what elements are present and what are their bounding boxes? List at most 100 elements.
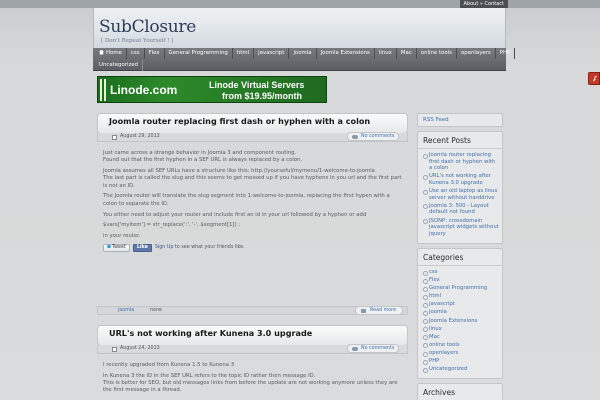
site-tagline: [ Don't Repeat Yourself ! ]: [101, 38, 174, 44]
post-paragraph: In Kunena 3 the ID in the SEF URL refers…: [103, 372, 398, 394]
post-footer: joomla none Read more: [97, 306, 408, 315]
category-link[interactable]: online tools: [421, 342, 499, 349]
recent-post-link[interactable]: JSONP: crossdomain javascript widgets wi…: [421, 218, 499, 238]
sidebar: RSS Feed Recent Posts Joomla router repl…: [417, 113, 503, 400]
post-paragraph: Joomla assumes all SEF URLs have a struc…: [103, 168, 402, 189]
linode-logo-icon: [100, 79, 106, 101]
category-link[interactable]: Joomla Extensions: [421, 318, 499, 325]
category-link[interactable]: openlayers: [421, 350, 499, 357]
comments-link[interactable]: No comments: [361, 345, 394, 353]
nav-item-joomla-extensions[interactable]: Joomla Extensions: [317, 48, 375, 59]
post-paragraph: Just came across a strange behavior in J…: [103, 150, 303, 164]
banner-price: from $19.95/month: [222, 91, 303, 101]
category-link[interactable]: joomla: [421, 309, 499, 316]
site-header: SubClosure [ Don't Repeat Yourself ! ]: [93, 8, 506, 48]
nav-item-openlayers[interactable]: openlayers: [457, 48, 496, 59]
banner-headline: Linode Virtual Servers: [209, 80, 305, 90]
widget-title: Archives: [418, 384, 502, 400]
post-paragraph: You either need to adjust your router an…: [103, 211, 367, 218]
nav-item-mac[interactable]: Mac: [397, 48, 417, 59]
category-link[interactable]: Flex: [421, 277, 499, 284]
post-category-link[interactable]: joomla: [118, 307, 134, 314]
recent-post-link[interactable]: Use an old laptop as linux server withou…: [421, 188, 499, 201]
post-paragraph: The Joomla router will translate the slu…: [103, 193, 390, 207]
categories-list: css Flex General Programming html javasc…: [418, 266, 502, 373]
top-strip: [0, 0, 600, 8]
read-more-icon: [361, 309, 366, 313]
post-meta: August 24, 2013 No comments: [97, 344, 408, 354]
nav-item-javascript[interactable]: javascript: [254, 48, 290, 59]
comments-tag[interactable]: No comments: [347, 132, 399, 141]
nav-item-online-tools[interactable]: online tools: [417, 48, 457, 59]
comment-bubble-icon: [352, 347, 358, 351]
read-more-link[interactable]: Read more: [370, 307, 396, 314]
nav-item-linux[interactable]: linux: [375, 48, 397, 59]
widget-title: Recent Posts: [418, 132, 502, 149]
banner-logo-text: Linode.com: [110, 83, 178, 97]
nav-item-joomla[interactable]: joomla: [289, 48, 317, 59]
post: Joomla router replacing first dash or hy…: [97, 113, 408, 252]
facebook-signup-text: Sign Up to see what your friends like.: [155, 244, 245, 251]
nav-item-flex[interactable]: Flex: [145, 48, 165, 59]
post-body: I recently upgraded from Kunena 1.5 to K…: [97, 354, 408, 395]
main-nav: Home css Flex General Programming html j…: [93, 48, 516, 71]
post-header: URL's not working after Kunena 3.0 upgra…: [97, 325, 408, 346]
post-paragraph: in your router.: [103, 233, 141, 240]
archives-widget: Archives: [417, 383, 503, 400]
post-date: August 24, 2013: [120, 346, 160, 351]
nav-item-html[interactable]: html: [233, 48, 255, 59]
category-link[interactable]: Uncategorized: [421, 366, 499, 373]
rss-feed-link[interactable]: RSS Feed: [417, 113, 503, 127]
top-links: About » Contact: [459, 0, 508, 8]
recent-post-link[interactable]: Joomla 3: 500 - Layout default not found: [421, 203, 499, 216]
category-link[interactable]: css: [421, 269, 499, 276]
post-title[interactable]: Joomla router replacing first dash or hy…: [109, 116, 370, 126]
category-link[interactable]: PHP: [421, 358, 499, 365]
post: URL's not working after Kunena 3.0 upgra…: [97, 325, 408, 398]
post-tags: none: [150, 308, 162, 313]
widget-title: Categories: [418, 249, 502, 266]
facebook-signup-link[interactable]: Sign Up: [155, 245, 174, 250]
read-more-tag[interactable]: Read more: [355, 306, 403, 315]
nav-item-label: Home: [106, 50, 122, 56]
tweet-label: Tweet: [112, 244, 126, 250]
post-code: $vars['myitem'] = str_replace(':', '-', …: [103, 222, 240, 229]
nav-item-home[interactable]: Home: [95, 48, 127, 59]
recent-post-link[interactable]: URL's not working after Kunena 3.0 upgra…: [421, 173, 499, 186]
facebook-like-button[interactable]: Like: [132, 243, 152, 252]
category-link[interactable]: html: [421, 293, 499, 300]
nav-row: Uncategorized: [93, 59, 506, 71]
contact-link[interactable]: Contact: [485, 1, 504, 7]
facebook-signup-suffix: to see what your friends like.: [173, 245, 245, 251]
nav-item-general-programming[interactable]: General Programming: [165, 48, 233, 59]
nav-item-css[interactable]: css: [127, 48, 145, 59]
nav-item-uncategorized[interactable]: Uncategorized: [95, 60, 144, 71]
calendar-icon: [112, 346, 117, 352]
recent-post-link[interactable]: Joomla router replacing first dash or hy…: [421, 152, 499, 172]
recent-posts-widget: Recent Posts Joomla router replacing fir…: [417, 131, 503, 244]
post-body: Just came across a strange behavior in J…: [97, 142, 408, 252]
flash-plugin-icon[interactable]: [588, 72, 600, 85]
calendar-icon: [112, 134, 117, 140]
category-link[interactable]: Mac: [421, 334, 499, 341]
category-link[interactable]: javascript: [421, 301, 499, 308]
tweet-button[interactable]: Tweet: [103, 243, 130, 252]
nav-row: Home css Flex General Programming html j…: [93, 48, 516, 59]
nav-item-php[interactable]: PHP: [496, 48, 516, 59]
share-row: Tweet Like Sign Up to see what your frie…: [103, 243, 402, 252]
twitter-bird-icon: [107, 244, 111, 248]
about-link[interactable]: About: [464, 1, 479, 7]
post-header: Joomla router replacing first dash or hy…: [97, 113, 408, 134]
comments-tag[interactable]: No comments: [347, 344, 399, 353]
categories-widget: Categories css Flex General Programming …: [417, 247, 503, 380]
comments-link[interactable]: No comments: [361, 133, 394, 141]
home-icon: [99, 49, 104, 55]
post-title[interactable]: URL's not working after Kunena 3.0 upgra…: [109, 328, 312, 338]
post-paragraph: I recently upgraded from Kunena 1.5 to K…: [103, 362, 235, 368]
recent-posts-list: Joomla router replacing first dash or hy…: [418, 149, 502, 237]
post-date: August 29, 2013: [120, 134, 160, 139]
category-link[interactable]: General Programming: [421, 285, 499, 292]
category-link[interactable]: linux: [421, 326, 499, 333]
site-title[interactable]: SubClosure: [99, 17, 196, 37]
linode-ad-banner[interactable]: Linode.com Linode Virtual Servers from $…: [97, 76, 327, 103]
